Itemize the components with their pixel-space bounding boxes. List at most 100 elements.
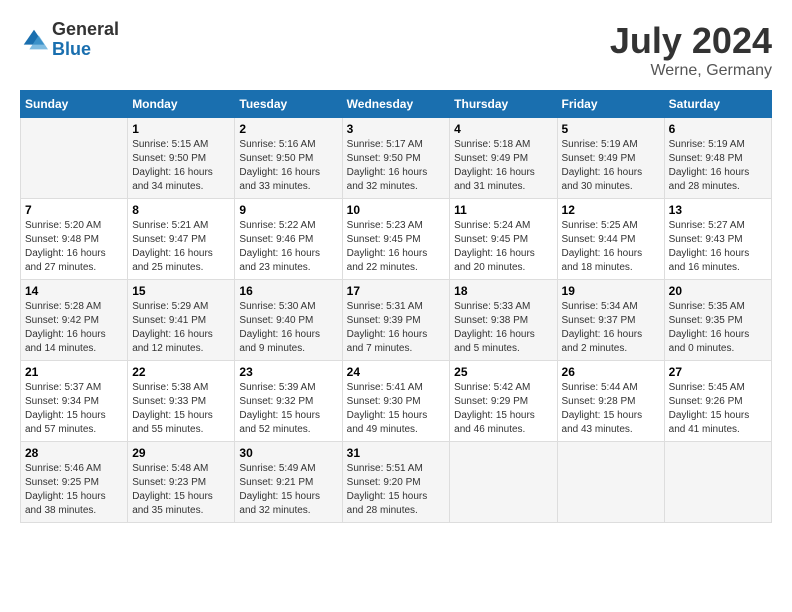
col-saturday: Saturday: [664, 91, 771, 118]
calendar-cell: 5 Sunrise: 5:19 AMSunset: 9:49 PMDayligh…: [557, 118, 664, 199]
day-number: 2: [239, 122, 337, 136]
calendar-cell: 25 Sunrise: 5:42 AMSunset: 9:29 PMDaylig…: [450, 361, 557, 442]
calendar-cell: 10 Sunrise: 5:23 AMSunset: 9:45 PMDaylig…: [342, 199, 450, 280]
day-info: Sunrise: 5:18 AMSunset: 9:49 PMDaylight:…: [454, 138, 552, 194]
calendar-cell: 7 Sunrise: 5:20 AMSunset: 9:48 PMDayligh…: [21, 199, 128, 280]
calendar-cell: 26 Sunrise: 5:44 AMSunset: 9:28 PMDaylig…: [557, 361, 664, 442]
calendar-cell: 13 Sunrise: 5:27 AMSunset: 9:43 PMDaylig…: [664, 199, 771, 280]
day-info: Sunrise: 5:39 AMSunset: 9:32 PMDaylight:…: [239, 381, 337, 437]
calendar-header: Sunday Monday Tuesday Wednesday Thursday…: [21, 91, 772, 118]
day-info: Sunrise: 5:33 AMSunset: 9:38 PMDaylight:…: [454, 300, 552, 356]
logo-blue-text: Blue: [52, 40, 119, 60]
calendar-cell: 15 Sunrise: 5:29 AMSunset: 9:41 PMDaylig…: [128, 280, 235, 361]
calendar-cell: [450, 442, 557, 523]
day-number: 25: [454, 365, 552, 379]
day-info: Sunrise: 5:42 AMSunset: 9:29 PMDaylight:…: [454, 381, 552, 437]
calendar-week-row: 14 Sunrise: 5:28 AMSunset: 9:42 PMDaylig…: [21, 280, 772, 361]
day-number: 5: [562, 122, 660, 136]
calendar-week-row: 21 Sunrise: 5:37 AMSunset: 9:34 PMDaylig…: [21, 361, 772, 442]
calendar-cell: 28 Sunrise: 5:46 AMSunset: 9:25 PMDaylig…: [21, 442, 128, 523]
day-info: Sunrise: 5:21 AMSunset: 9:47 PMDaylight:…: [132, 219, 230, 275]
calendar-cell: 22 Sunrise: 5:38 AMSunset: 9:33 PMDaylig…: [128, 361, 235, 442]
calendar-cell: 3 Sunrise: 5:17 AMSunset: 9:50 PMDayligh…: [342, 118, 450, 199]
day-number: 7: [25, 203, 123, 217]
day-number: 8: [132, 203, 230, 217]
month-title: July 2024: [610, 20, 772, 62]
calendar-cell: 2 Sunrise: 5:16 AMSunset: 9:50 PMDayligh…: [235, 118, 342, 199]
col-sunday: Sunday: [21, 91, 128, 118]
logo-text: General Blue: [52, 20, 119, 60]
day-number: 12: [562, 203, 660, 217]
calendar-cell: 4 Sunrise: 5:18 AMSunset: 9:49 PMDayligh…: [450, 118, 557, 199]
col-thursday: Thursday: [450, 91, 557, 118]
day-info: Sunrise: 5:41 AMSunset: 9:30 PMDaylight:…: [347, 381, 446, 437]
logo-general-text: General: [52, 20, 119, 40]
day-number: 4: [454, 122, 552, 136]
day-info: Sunrise: 5:15 AMSunset: 9:50 PMDaylight:…: [132, 138, 230, 194]
day-info: Sunrise: 5:34 AMSunset: 9:37 PMDaylight:…: [562, 300, 660, 356]
day-number: 10: [347, 203, 446, 217]
page-header: General Blue July 2024 Werne, Germany: [20, 20, 772, 80]
day-info: Sunrise: 5:19 AMSunset: 9:48 PMDaylight:…: [669, 138, 767, 194]
day-number: 31: [347, 446, 446, 460]
title-block: July 2024 Werne, Germany: [610, 20, 772, 80]
day-info: Sunrise: 5:17 AMSunset: 9:50 PMDaylight:…: [347, 138, 446, 194]
day-info: Sunrise: 5:25 AMSunset: 9:44 PMDaylight:…: [562, 219, 660, 275]
day-number: 17: [347, 284, 446, 298]
calendar-cell: 17 Sunrise: 5:31 AMSunset: 9:39 PMDaylig…: [342, 280, 450, 361]
day-number: 20: [669, 284, 767, 298]
col-wednesday: Wednesday: [342, 91, 450, 118]
day-info: Sunrise: 5:46 AMSunset: 9:25 PMDaylight:…: [25, 462, 123, 518]
calendar-cell: 27 Sunrise: 5:45 AMSunset: 9:26 PMDaylig…: [664, 361, 771, 442]
calendar-week-row: 7 Sunrise: 5:20 AMSunset: 9:48 PMDayligh…: [21, 199, 772, 280]
calendar-cell: 8 Sunrise: 5:21 AMSunset: 9:47 PMDayligh…: [128, 199, 235, 280]
day-info: Sunrise: 5:27 AMSunset: 9:43 PMDaylight:…: [669, 219, 767, 275]
day-info: Sunrise: 5:51 AMSunset: 9:20 PMDaylight:…: [347, 462, 446, 518]
calendar-cell: 11 Sunrise: 5:24 AMSunset: 9:45 PMDaylig…: [450, 199, 557, 280]
day-info: Sunrise: 5:48 AMSunset: 9:23 PMDaylight:…: [132, 462, 230, 518]
col-monday: Monday: [128, 91, 235, 118]
day-info: Sunrise: 5:19 AMSunset: 9:49 PMDaylight:…: [562, 138, 660, 194]
header-row: Sunday Monday Tuesday Wednesday Thursday…: [21, 91, 772, 118]
day-info: Sunrise: 5:20 AMSunset: 9:48 PMDaylight:…: [25, 219, 123, 275]
day-number: 15: [132, 284, 230, 298]
calendar-table: Sunday Monday Tuesday Wednesday Thursday…: [20, 90, 772, 523]
day-number: 11: [454, 203, 552, 217]
calendar-cell: 24 Sunrise: 5:41 AMSunset: 9:30 PMDaylig…: [342, 361, 450, 442]
day-number: 3: [347, 122, 446, 136]
calendar-cell: 9 Sunrise: 5:22 AMSunset: 9:46 PMDayligh…: [235, 199, 342, 280]
day-number: 9: [239, 203, 337, 217]
day-number: 18: [454, 284, 552, 298]
col-friday: Friday: [557, 91, 664, 118]
day-number: 22: [132, 365, 230, 379]
location-text: Werne, Germany: [610, 62, 772, 80]
calendar-cell: 1 Sunrise: 5:15 AMSunset: 9:50 PMDayligh…: [128, 118, 235, 199]
day-info: Sunrise: 5:28 AMSunset: 9:42 PMDaylight:…: [25, 300, 123, 356]
day-number: 16: [239, 284, 337, 298]
day-number: 13: [669, 203, 767, 217]
day-number: 21: [25, 365, 123, 379]
calendar-cell: 16 Sunrise: 5:30 AMSunset: 9:40 PMDaylig…: [235, 280, 342, 361]
day-number: 26: [562, 365, 660, 379]
day-number: 14: [25, 284, 123, 298]
calendar-cell: 14 Sunrise: 5:28 AMSunset: 9:42 PMDaylig…: [21, 280, 128, 361]
day-number: 24: [347, 365, 446, 379]
calendar-week-row: 28 Sunrise: 5:46 AMSunset: 9:25 PMDaylig…: [21, 442, 772, 523]
calendar-cell: [557, 442, 664, 523]
day-info: Sunrise: 5:29 AMSunset: 9:41 PMDaylight:…: [132, 300, 230, 356]
day-info: Sunrise: 5:31 AMSunset: 9:39 PMDaylight:…: [347, 300, 446, 356]
calendar-week-row: 1 Sunrise: 5:15 AMSunset: 9:50 PMDayligh…: [21, 118, 772, 199]
day-info: Sunrise: 5:45 AMSunset: 9:26 PMDaylight:…: [669, 381, 767, 437]
calendar-cell: [21, 118, 128, 199]
day-info: Sunrise: 5:24 AMSunset: 9:45 PMDaylight:…: [454, 219, 552, 275]
day-info: Sunrise: 5:35 AMSunset: 9:35 PMDaylight:…: [669, 300, 767, 356]
day-number: 28: [25, 446, 123, 460]
day-info: Sunrise: 5:23 AMSunset: 9:45 PMDaylight:…: [347, 219, 446, 275]
col-tuesday: Tuesday: [235, 91, 342, 118]
day-number: 29: [132, 446, 230, 460]
day-info: Sunrise: 5:37 AMSunset: 9:34 PMDaylight:…: [25, 381, 123, 437]
day-number: 23: [239, 365, 337, 379]
calendar-cell: 30 Sunrise: 5:49 AMSunset: 9:21 PMDaylig…: [235, 442, 342, 523]
day-info: Sunrise: 5:49 AMSunset: 9:21 PMDaylight:…: [239, 462, 337, 518]
calendar-cell: 6 Sunrise: 5:19 AMSunset: 9:48 PMDayligh…: [664, 118, 771, 199]
